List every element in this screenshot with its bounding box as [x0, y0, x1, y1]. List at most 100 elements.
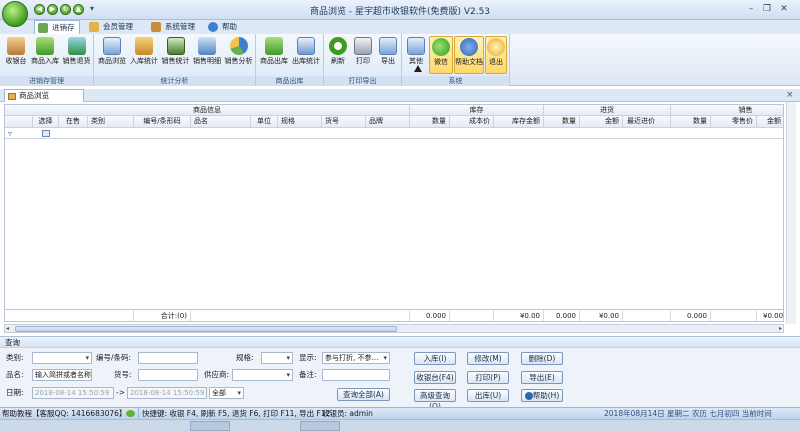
date-to-input[interactable]: 2018-08-14 15:50:59: [127, 387, 207, 399]
item-no-input[interactable]: [138, 369, 198, 381]
filter-funnel-icon[interactable]: ▿: [8, 129, 12, 138]
doc-close-icon[interactable]: ×: [786, 90, 794, 100]
print-action-button[interactable]: 打印(P): [467, 371, 509, 384]
vertical-scrollbar[interactable]: [786, 102, 796, 324]
edit-button[interactable]: 修改(M): [467, 352, 509, 365]
code-input[interactable]: [138, 352, 198, 364]
print-button[interactable]: 打印: [351, 36, 375, 74]
stock-out-stats-button[interactable]: 出库统计: [290, 36, 322, 74]
col-sales-amount[interactable]: 金额: [757, 116, 783, 128]
help-action-button[interactable]: 帮助(H): [521, 389, 563, 402]
col-cost-price[interactable]: 成本价: [450, 116, 494, 128]
remark-label: 备注:: [299, 370, 317, 379]
minimize-button[interactable]: –: [744, 3, 758, 16]
wechat-icon: [432, 38, 450, 56]
spec-select[interactable]: [261, 352, 293, 364]
tab-system[interactable]: 系统管理: [148, 20, 206, 34]
stock-in-action-button[interactable]: 入库(I): [414, 352, 456, 365]
code-label: 编号/条码:: [96, 353, 132, 362]
help-doc-button[interactable]: 帮助文档: [454, 36, 484, 74]
query-all-button[interactable]: 查询全部(A): [337, 388, 390, 401]
col-select[interactable]: 选择: [33, 116, 59, 128]
refresh-icon: [329, 37, 347, 55]
sum-sales-amount: ¥0.00: [757, 309, 783, 321]
sales-return-button[interactable]: 销售退货: [61, 36, 92, 74]
power-icon: [487, 38, 505, 56]
help-circle-icon: [525, 392, 533, 400]
sum-cost-price: [450, 309, 494, 321]
tab-help[interactable]: 帮助: [205, 20, 247, 34]
taskbar-item[interactable]: [190, 421, 230, 431]
col-category[interactable]: 类别: [88, 116, 134, 128]
col-spec[interactable]: 规格: [278, 116, 322, 128]
printer-icon: [354, 37, 372, 55]
stock-out-action-button[interactable]: 出库(U): [467, 389, 509, 402]
col-last-price[interactable]: 最近进价: [623, 116, 671, 128]
col-on-sale[interactable]: 在售: [59, 116, 88, 128]
exit-button[interactable]: 退出: [485, 36, 507, 74]
scroll-left-icon[interactable]: ◂: [6, 325, 9, 332]
wechat-button[interactable]: 微信: [429, 36, 453, 74]
delete-button[interactable]: 删除(D): [521, 352, 563, 365]
taskbar-item[interactable]: [300, 421, 340, 431]
remark-input[interactable]: [322, 369, 390, 381]
sales-detail-button[interactable]: 销售明细: [191, 36, 223, 74]
col-stock-amount[interactable]: 库存金额: [494, 116, 544, 128]
horizontal-scrollbar[interactable]: ◂ ▸: [4, 324, 784, 333]
col-purchase-amount[interactable]: 金额: [580, 116, 623, 128]
help-tutorial-link[interactable]: 帮助教程【客服QQ: 1416683076】: [2, 408, 126, 419]
col-stock-qty[interactable]: 数量: [410, 116, 450, 128]
stock-out-button[interactable]: 商品出库: [258, 36, 290, 74]
export-action-button[interactable]: 导出(E): [521, 371, 563, 384]
stock-in-button[interactable]: 商品入库: [30, 36, 60, 74]
col-brand[interactable]: 品牌: [366, 116, 410, 128]
stock-in-stats-button[interactable]: 入库统计: [128, 36, 160, 74]
product-browse-button[interactable]: 商品浏览: [96, 36, 128, 74]
select-all-checkbox[interactable]: [42, 130, 50, 137]
document-tabs: 商品浏览 ×: [0, 89, 800, 102]
col-name[interactable]: 品名: [191, 116, 251, 128]
refresh-button[interactable]: 刷新: [326, 36, 350, 74]
doc-tab-product-browse[interactable]: 商品浏览: [4, 89, 84, 102]
display-select[interactable]: 参与打折, 不参…: [322, 352, 390, 364]
sum-stock-amount: ¥0.00: [494, 309, 544, 321]
sum-blank: [5, 309, 134, 321]
supplier-select[interactable]: [232, 369, 293, 381]
pos-button[interactable]: 收银台: [2, 36, 30, 74]
horizontal-scroll-thumb[interactable]: [15, 326, 397, 332]
col-code[interactable]: 编号/条形码: [134, 116, 191, 128]
scroll-right-icon[interactable]: ▸: [779, 325, 782, 332]
group-header-product-info: 商品信息: [5, 105, 410, 116]
query-panel: 类别: 编号/条码: 规格: 显示: 参与打折, 不参… 品名: 输入简拼或者名…: [0, 348, 800, 411]
group-statistics: 商品浏览 入库统计 销售统计 销售明细 销售分析 统计分析: [94, 34, 256, 86]
help-tab-icon: [208, 22, 218, 32]
shortcut-hints: 快捷键: 收银 F4, 刷新 F5, 退货 F6, 打印 F11, 导出 F12: [142, 409, 331, 418]
other-icon: [407, 37, 425, 55]
close-button[interactable]: ✕: [777, 3, 791, 16]
name-input[interactable]: 输入简拼或者名称: [32, 369, 92, 381]
inventory-tab-icon: [38, 23, 48, 33]
date-scope-select[interactable]: 全部: [209, 387, 244, 399]
tab-inventory[interactable]: 进销存: [34, 20, 80, 34]
app-orb-button[interactable]: [2, 1, 28, 27]
col-retail-price[interactable]: 零售价: [711, 116, 757, 128]
date-from-input[interactable]: 2018-08-14 15:50:59: [32, 387, 114, 399]
col-item-no[interactable]: 货号: [322, 116, 366, 128]
category-select[interactable]: [32, 352, 92, 364]
group-label: 打印导出: [324, 76, 401, 86]
sales-analysis-button[interactable]: 销售分析: [223, 36, 254, 74]
advanced-query-button[interactable]: 高级查询(Q): [414, 389, 456, 411]
col-unit[interactable]: 单位: [251, 116, 278, 128]
supplier-label: 供应商:: [204, 370, 230, 379]
sales-return-icon: [67, 37, 86, 55]
pos-action-button[interactable]: 收银台(F4): [414, 371, 456, 384]
col-purchase-qty[interactable]: 数量: [544, 116, 580, 128]
col-sales-qty[interactable]: 数量: [671, 116, 711, 128]
cash-register-icon: [7, 37, 25, 55]
sales-stats-button[interactable]: 销售统计: [160, 36, 191, 74]
filter-row[interactable]: [5, 128, 783, 139]
date-arrow: ->: [116, 388, 125, 397]
export-button[interactable]: 导出: [376, 36, 400, 74]
restore-button[interactable]: ❐: [760, 3, 774, 16]
tab-members[interactable]: 会员管理: [86, 20, 144, 34]
